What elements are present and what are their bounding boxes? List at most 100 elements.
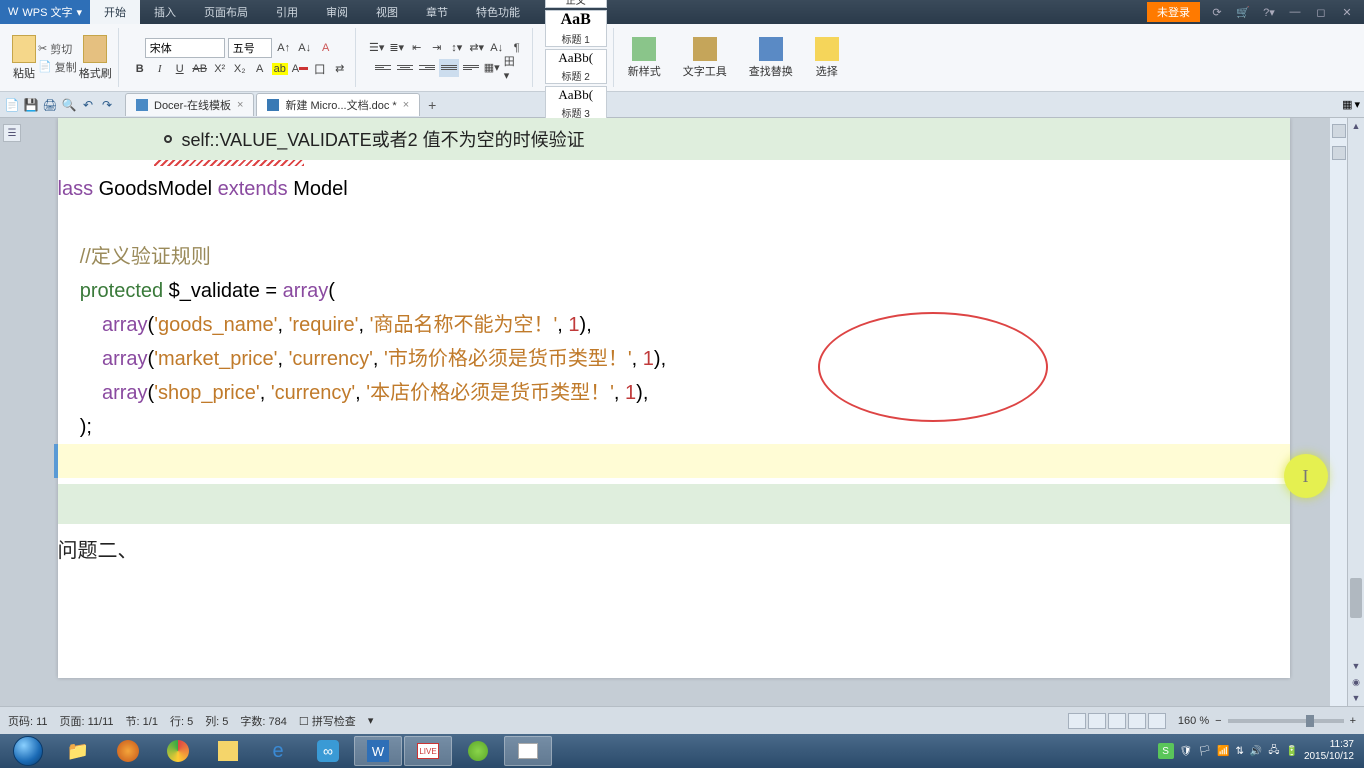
subscript-button[interactable]: X₂ (231, 60, 249, 78)
font-color-button[interactable]: A (291, 60, 309, 78)
maximize-icon[interactable]: ◻ (1312, 6, 1330, 19)
app-logo[interactable]: W WPS 文字 ▾ (0, 0, 90, 24)
next-page-button[interactable]: ▼ (1348, 690, 1364, 706)
style-h1[interactable]: AaB标题 1 (545, 10, 607, 47)
firefox-button[interactable] (104, 736, 152, 766)
grow-font-button[interactable]: A↑ (275, 39, 293, 57)
document-page[interactable]: self::VALUE_VALIDATE或者2 值不为空的时候验证 lass G… (58, 118, 1290, 678)
status-line[interactable]: 行: 5 (170, 713, 193, 729)
preview-button[interactable]: 🔍 (61, 97, 77, 113)
status-col[interactable]: 列: 5 (205, 713, 228, 729)
zoom-in-button[interactable]: + (1350, 715, 1356, 727)
print-button[interactable]: 🖨 (42, 97, 58, 113)
status-words[interactable]: 字数: 784 (240, 713, 286, 729)
status-spell[interactable]: ☐ 拼写检查 (299, 713, 356, 729)
view-outline-button[interactable] (1128, 713, 1146, 729)
text-effect-button[interactable]: A (251, 60, 269, 78)
undo-button[interactable]: ↶ (80, 97, 96, 113)
status-pageof[interactable]: 页面: 11/11 (60, 713, 114, 729)
copy-button[interactable]: 📄复制 (38, 59, 77, 75)
linespace-button[interactable]: ↕▾ (448, 39, 466, 57)
cart-icon[interactable]: 🛒 (1234, 6, 1252, 19)
new-doc-button[interactable]: 📄 (4, 97, 20, 113)
view-print-button[interactable] (1068, 713, 1086, 729)
borders-button[interactable]: 田▾ (503, 59, 521, 77)
tab-layout[interactable]: 页面布局 (190, 0, 262, 24)
close-icon[interactable]: ✕ (1338, 6, 1356, 19)
char-border-button[interactable]: 囗 (311, 60, 329, 78)
doc-tab-docer[interactable]: Docer-在线模板 × (125, 93, 254, 116)
status-extra[interactable]: ▾ (368, 714, 374, 727)
scroll-thumb[interactable] (1350, 578, 1362, 618)
cloud-button[interactable]: ∞ (304, 736, 352, 766)
tab-view[interactable]: 视图 (362, 0, 412, 24)
superscript-button[interactable]: X² (211, 60, 229, 78)
cut-button[interactable]: ✂剪切 (38, 41, 77, 57)
style-h3[interactable]: AaBb(标题 3 (545, 86, 607, 121)
align-center-button[interactable] (395, 59, 415, 77)
tray-flag-icon[interactable]: 🏳 (1198, 746, 1211, 757)
zoom-out-button[interactable]: − (1215, 715, 1221, 727)
nav-button[interactable]: ☰ (3, 124, 21, 142)
scroll-down-button[interactable]: ▼ (1348, 658, 1364, 674)
paste-button[interactable]: 粘贴 (12, 35, 36, 81)
numbering-button[interactable]: ≣▾ (388, 39, 406, 57)
tab-home[interactable]: 开始 (90, 0, 140, 24)
align-dist-button[interactable] (461, 59, 481, 77)
doctab-menu-button[interactable]: ▦ (1342, 98, 1352, 111)
rp-btn-2[interactable] (1332, 146, 1346, 160)
vertical-scrollbar[interactable]: ▲ ▼ ◉ ▼ (1347, 118, 1364, 706)
indent-dec-button[interactable]: ⇤ (408, 39, 426, 57)
font-size-select[interactable] (228, 38, 272, 58)
doctab-list-button[interactable]: ▾ (1354, 98, 1360, 111)
tab-chapter[interactable]: 章节 (412, 0, 462, 24)
zoom-slider[interactable] (1228, 719, 1344, 723)
highlight-button[interactable]: ab (271, 60, 289, 78)
shading-button[interactable]: ▦▾ (483, 59, 501, 77)
view-read-button[interactable] (1088, 713, 1106, 729)
green-app-button[interactable] (454, 736, 502, 766)
tab-reference[interactable]: 引用 (262, 0, 312, 24)
text-tools-button[interactable]: 文字工具 (675, 33, 735, 83)
bold-button[interactable]: B (131, 60, 149, 78)
indent-inc-button[interactable]: ⇥ (428, 39, 446, 57)
rp-btn-1[interactable] (1332, 124, 1346, 138)
notes-button[interactable] (204, 736, 252, 766)
view-web-button[interactable] (1108, 713, 1126, 729)
wps-taskbar-button[interactable]: W (354, 736, 402, 766)
tray-shield-icon[interactable]: 🛡 (1180, 746, 1193, 757)
phonetic-button[interactable]: ⇄ (331, 60, 349, 78)
format-brush-button[interactable]: 格式刷 (79, 35, 112, 81)
scroll-up-button[interactable]: ▲ (1348, 118, 1364, 134)
sync-icon[interactable]: ⟳ (1208, 6, 1226, 19)
close-icon[interactable]: × (403, 99, 409, 111)
tray-vol-icon[interactable]: 🔊 (1250, 746, 1262, 757)
save-button[interactable]: 💾 (23, 97, 39, 113)
align-justify-button[interactable] (439, 59, 459, 77)
clear-format-button[interactable]: A (317, 39, 335, 57)
tray-ime-icon[interactable]: S (1158, 743, 1174, 759)
minimize-icon[interactable]: — (1286, 6, 1304, 19)
tab-special[interactable]: 特色功能 (462, 0, 534, 24)
close-icon[interactable]: × (237, 99, 243, 111)
start-button[interactable] (4, 736, 52, 766)
align-right-button[interactable] (417, 59, 437, 77)
style-normal[interactable]: AaBbCcDd正文 (545, 0, 607, 8)
redo-button[interactable]: ↷ (99, 97, 115, 113)
italic-button[interactable]: I (151, 60, 169, 78)
tray-usb-icon[interactable]: ⇅ (1235, 746, 1243, 757)
align-left-button[interactable] (373, 59, 393, 77)
tab-insert[interactable]: 插入 (140, 0, 190, 24)
login-button[interactable]: 未登录 (1147, 2, 1200, 22)
live-button[interactable]: LIVE (404, 736, 452, 766)
status-section[interactable]: 节: 1/1 (126, 713, 158, 729)
new-style-button[interactable]: 新样式 (620, 33, 669, 83)
select-button[interactable]: 选择 (807, 33, 847, 83)
font-name-select[interactable] (145, 38, 225, 58)
tray-battery-icon[interactable]: 🔋 (1285, 746, 1297, 757)
status-page[interactable]: 页码: 11 (8, 713, 48, 729)
add-tab-button[interactable]: + (422, 97, 442, 113)
style-h2[interactable]: AaBb(标题 2 (545, 49, 607, 84)
help-icon[interactable]: ?▾ (1260, 6, 1278, 19)
view-draft-button[interactable] (1148, 713, 1166, 729)
